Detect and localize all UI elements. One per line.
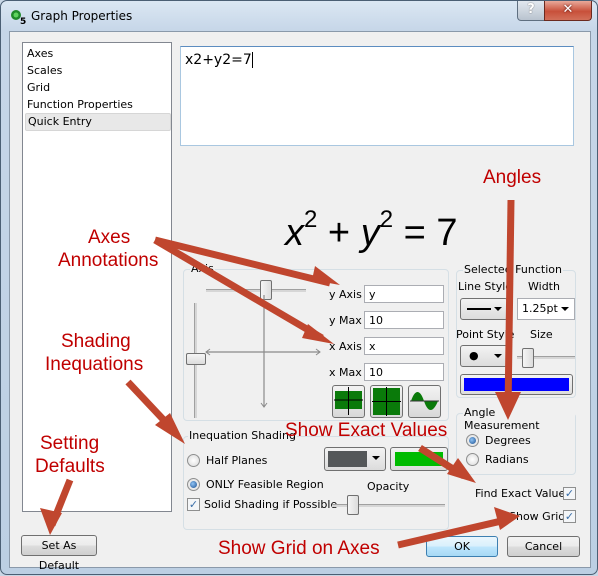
- degrees-label[interactable]: Degrees: [485, 434, 531, 447]
- equation-input-value: x2+y2=7: [185, 52, 252, 68]
- sidebar-item-grid[interactable]: Grid: [25, 80, 169, 96]
- dialog-body: Axes Scales Grid Function Properties Qui…: [9, 31, 591, 572]
- x-axis-label: x Axis: [329, 340, 362, 353]
- sidebar-item-function-properties[interactable]: Function Properties: [25, 97, 169, 113]
- function-color-button[interactable]: [460, 374, 573, 395]
- axis-group-label: Axis: [190, 262, 215, 275]
- window-title: Graph Properties: [31, 9, 133, 23]
- annotation-defaults-line2: Defaults: [35, 456, 105, 477]
- formula-exp1: 2: [304, 206, 318, 233]
- filled-quadrants-icon: [372, 387, 401, 416]
- y-max-field[interactable]: 10: [364, 311, 444, 329]
- angle-measurement-label: Angle Measurement: [463, 406, 575, 432]
- sidebar-item-quick-entry[interactable]: Quick Entry: [25, 113, 171, 131]
- find-exact-values-label[interactable]: Find Exact Values: [475, 487, 571, 500]
- fill-color-button[interactable]: [390, 447, 448, 471]
- help-button[interactable]: ?: [517, 1, 545, 21]
- formula-plus: +: [327, 212, 351, 254]
- sidebar-item-axes[interactable]: Axes: [25, 46, 169, 62]
- half-planes-radio[interactable]: [187, 454, 200, 467]
- chevron-down-icon: [494, 307, 502, 311]
- graph-properties-dialog: 5 Graph Properties ? ✕ Axes Scales Grid …: [0, 0, 598, 575]
- feasible-region-radio[interactable]: [187, 478, 200, 491]
- axis-group: Axis y Axis y y Max 10 x Axis x x Max 10: [183, 262, 449, 421]
- selected-function-label: Selected Function: [463, 263, 563, 276]
- rendered-formula: x2 + y2 = 7: [285, 206, 458, 255]
- axes-preview-icon: [205, 295, 321, 408]
- radians-radio[interactable]: [466, 453, 479, 466]
- chevron-down-icon: [494, 354, 502, 358]
- width-value: 1.25pt: [522, 302, 558, 315]
- cancel-button[interactable]: Cancel: [507, 536, 580, 557]
- title-bar: 5 Graph Properties ? ✕: [1, 1, 598, 31]
- point-style-dropdown[interactable]: ●: [460, 345, 508, 367]
- annotation-shading-line1: Shading: [61, 331, 131, 352]
- svg-text:5: 5: [20, 17, 26, 25]
- solid-shading-label[interactable]: Solid Shading if Possible: [204, 498, 337, 511]
- x-position-slider[interactable]: [206, 289, 306, 292]
- formula-exp2: 2: [379, 206, 394, 233]
- formula-y: y: [360, 212, 380, 254]
- sine-curve-icon: [410, 392, 439, 410]
- y-position-slider-thumb[interactable]: [186, 353, 206, 365]
- show-grid-label[interactable]: Show Grid: [509, 510, 565, 523]
- formula-x: x: [285, 212, 304, 254]
- sine-curve-button[interactable]: [408, 385, 441, 418]
- point-size-slider-thumb[interactable]: [522, 348, 534, 368]
- annotation-axes-line1: Axes: [88, 227, 131, 248]
- close-button[interactable]: ✕: [544, 1, 592, 21]
- opacity-slider-thumb[interactable]: [347, 495, 359, 515]
- inequation-shading-group: Inequation Shading Half Planes ONLY Feas…: [183, 429, 449, 530]
- shaded-band-icon: [334, 387, 363, 415]
- text-caret: [251, 52, 253, 68]
- line-style-label: Line Style: [458, 280, 513, 293]
- selected-function-group: Selected Function Line Style Width 1.25p…: [456, 263, 576, 398]
- feasible-region-label[interactable]: ONLY Feasible Region: [206, 478, 324, 491]
- solid-shading-checkbox[interactable]: ✓: [187, 498, 200, 511]
- set-as-default-button[interactable]: Set As Default: [21, 535, 97, 572]
- annotation-defaults-line1: Setting: [40, 433, 100, 454]
- sidebar-item-scales[interactable]: Scales: [25, 63, 169, 79]
- find-exact-values-checkbox[interactable]: ✓: [563, 487, 576, 500]
- annotation-exact-values: Show Exact Values: [285, 420, 448, 441]
- fill-color-swatch: [395, 452, 443, 466]
- half-planes-label[interactable]: Half Planes: [206, 454, 267, 467]
- line-style-dropdown[interactable]: [460, 298, 508, 320]
- size-label: Size: [530, 328, 553, 341]
- width-label: Width: [528, 280, 560, 293]
- annotation-angles: Angles: [483, 167, 542, 188]
- app-icon: 5: [11, 10, 26, 25]
- radians-label[interactable]: Radians: [485, 453, 529, 466]
- y-axis-label: y Axis: [329, 288, 362, 301]
- axes-quadrants-button[interactable]: [370, 385, 403, 418]
- point-style-label: Point Style: [456, 328, 515, 341]
- x-max-field[interactable]: 10: [364, 363, 444, 381]
- shade-color-dropdown[interactable]: [324, 447, 386, 471]
- chevron-down-icon: [561, 307, 569, 311]
- shade-color-swatch: [328, 451, 367, 467]
- annotation-shading-line2: Inequations: [45, 354, 144, 375]
- point-style-symbol-icon: ●: [469, 349, 479, 362]
- angle-measurement-group: Angle Measurement Degrees Radians: [456, 406, 576, 475]
- axes-band-button[interactable]: [332, 385, 365, 418]
- width-dropdown[interactable]: 1.25pt: [517, 298, 575, 320]
- inequation-shading-label: Inequation Shading: [188, 429, 297, 442]
- degrees-radio[interactable]: [466, 434, 479, 447]
- y-axis-field[interactable]: y: [364, 285, 444, 303]
- annotation-axes-line2: Annotations: [58, 250, 159, 271]
- function-color-swatch: [464, 378, 569, 391]
- annotation-show-grid: Show Grid on Axes: [218, 538, 380, 559]
- chevron-down-icon: [372, 456, 380, 460]
- formula-rhs: = 7: [403, 212, 458, 254]
- opacity-label: Opacity: [367, 480, 410, 493]
- line-style-sample-icon: [467, 308, 491, 310]
- x-max-label: x Max: [329, 366, 362, 379]
- show-grid-checkbox[interactable]: ✓: [563, 510, 576, 523]
- y-max-label: y Max: [329, 314, 362, 327]
- x-axis-field[interactable]: x: [364, 337, 444, 355]
- ok-button[interactable]: OK: [426, 536, 498, 557]
- equation-input[interactable]: x2+y2=7: [180, 46, 574, 146]
